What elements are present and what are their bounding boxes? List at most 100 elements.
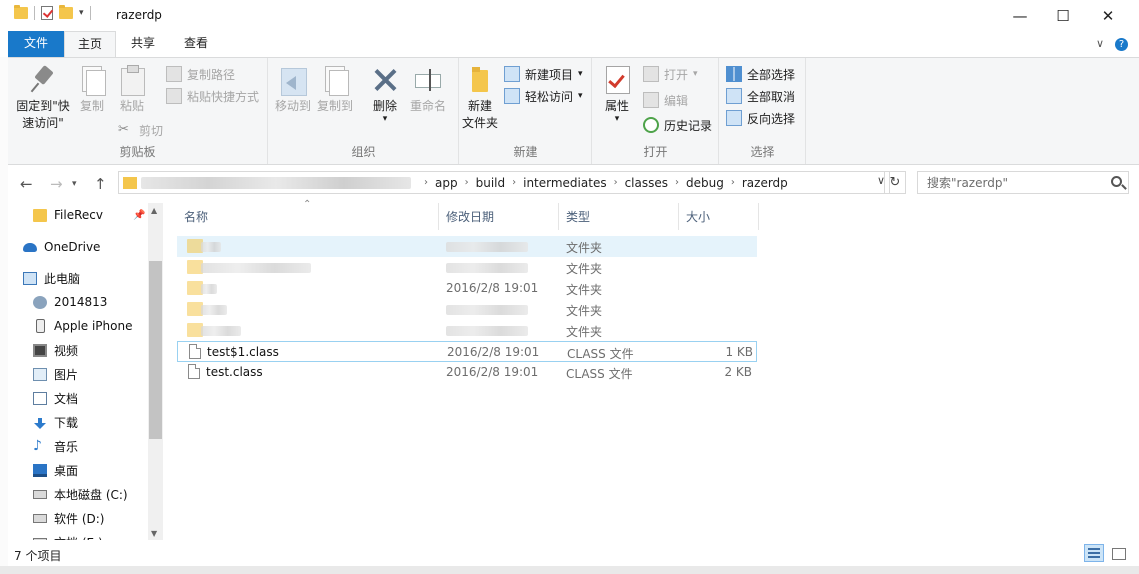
large-icons-view-icon[interactable] — [1108, 544, 1128, 562]
table-row[interactable]: 文件夹 — [177, 299, 757, 320]
properties-button[interactable]: 属性 ▾ — [597, 64, 637, 124]
table-row[interactable]: 文件夹 — [177, 320, 757, 341]
nav-item-4[interactable]: Apple iPhone — [33, 314, 163, 338]
nav-item-label: Apple iPhone — [54, 319, 133, 333]
search-input[interactable]: 搜索"razerdp" — [917, 171, 1129, 194]
breadcrumb-separator-icon[interactable]: › — [424, 177, 428, 188]
phone-icon — [36, 319, 45, 333]
edit-icon — [643, 92, 659, 108]
nav-item-5[interactable]: 视频 — [33, 338, 163, 362]
table-row[interactable]: 文件夹 — [177, 257, 757, 278]
breadcrumb-item-classes[interactable]: classes — [625, 176, 668, 190]
file-type: 文件夹 — [566, 283, 603, 297]
tab-share[interactable]: 共享 — [118, 31, 168, 57]
breadcrumb-separator-icon[interactable]: › — [675, 177, 679, 188]
maximize-button[interactable]: ☐ — [1040, 0, 1086, 31]
help-icon[interactable]: ? — [1115, 38, 1128, 51]
nav-item-2[interactable]: 此电脑 — [23, 266, 163, 290]
new-folder-button[interactable]: 新建 文件夹 — [460, 64, 500, 132]
pin-to-quick-access-button[interactable]: 固定到"快 速访问" — [12, 64, 74, 132]
tab-view[interactable]: 查看 — [170, 31, 222, 57]
breadcrumb-item-app[interactable]: app — [435, 176, 458, 190]
scissors-icon: ✂ — [118, 122, 129, 137]
new-folder-icon[interactable] — [59, 5, 73, 19]
delete-dropdown[interactable]: ▾ — [367, 115, 403, 124]
breadcrumb-separator-icon[interactable]: › — [614, 177, 618, 188]
nav-item-12[interactable]: 软件 (D:) — [33, 506, 163, 530]
nav-item-8[interactable]: 下载 — [33, 410, 163, 434]
select-all-button[interactable]: 全部选择 — [726, 64, 795, 84]
nav-item-11[interactable]: 本地磁盘 (C:) — [33, 482, 163, 506]
breadcrumb-item-debug[interactable]: debug — [686, 176, 724, 190]
status-bar: 7 个项目 — [8, 540, 1139, 566]
navigation-scrollbar[interactable]: ▲ ▼ — [148, 203, 163, 540]
scroll-up-arrow-icon[interactable]: ▲ — [151, 206, 157, 215]
history-button[interactable]: 历史记录 — [643, 115, 712, 135]
nav-item-1[interactable]: OneDrive — [23, 235, 163, 259]
back-arrow-icon[interactable]: ← — [20, 175, 33, 193]
recent-locations-dropdown[interactable]: ▾ — [72, 179, 77, 189]
close-button[interactable]: ✕ — [1085, 0, 1131, 31]
customize-toolbar-dropdown[interactable]: ▾ — [79, 8, 84, 18]
breadcrumb-separator-icon[interactable]: › — [512, 177, 516, 188]
nav-item-0[interactable]: FileRecv — [33, 203, 163, 227]
copy-button[interactable]: 复制 — [74, 64, 110, 115]
address-bar[interactable]: › app › build › intermediates › classes › debug › r… — [118, 171, 890, 194]
breadcrumb-item-razerdp[interactable]: razerdp — [742, 176, 788, 190]
select-none-button[interactable]: 全部取消 — [726, 86, 795, 106]
search-placeholder: 搜索"razerdp" — [927, 176, 1008, 190]
move-to-button[interactable]: 移动到 — [273, 64, 313, 115]
up-arrow-icon[interactable]: ↑ — [94, 175, 107, 193]
breadcrumb-item-build[interactable]: build — [476, 176, 506, 190]
open-button[interactable]: 打开 ▾ — [643, 64, 698, 84]
table-row[interactable]: 文件夹 — [177, 236, 757, 257]
invert-selection-button[interactable]: 反向选择 — [726, 108, 795, 128]
column-header-type[interactable]: 类型 — [559, 203, 679, 230]
easy-access-button[interactable]: 轻松访问 ▾ — [504, 86, 583, 106]
properties-icon[interactable] — [41, 6, 53, 20]
cut-button[interactable]: ✂ 剪切 — [118, 120, 163, 140]
nav-item-3[interactable]: 2014813 — [33, 290, 163, 314]
forward-arrow-icon[interactable]: → — [50, 175, 63, 193]
invert-selection-label: 反向选择 — [747, 111, 796, 126]
quick-access-toolbar: ▾ — [14, 5, 91, 20]
edit-label: 编辑 — [664, 93, 689, 108]
properties-dropdown[interactable]: ▾ — [597, 115, 637, 124]
paste-shortcut-button[interactable]: 粘贴快捷方式 — [166, 86, 259, 106]
scroll-thumb[interactable] — [149, 261, 162, 439]
nav-item-10[interactable]: 桌面 — [33, 458, 163, 482]
column-header-date[interactable]: 修改日期 — [439, 203, 559, 230]
details-view-icon[interactable] — [1084, 544, 1104, 562]
minimize-button[interactable]: — — [997, 0, 1043, 31]
breadcrumb-separator-icon[interactable]: › — [731, 177, 735, 188]
delete-button[interactable]: 删除 ▾ — [367, 64, 403, 124]
table-row[interactable]: 2016/2/8 19:01 文件夹 — [177, 278, 757, 299]
edit-button[interactable]: 编辑 — [643, 90, 688, 110]
column-header-name[interactable]: 名称 — [177, 203, 439, 230]
breadcrumb-separator-icon[interactable]: › — [465, 177, 469, 188]
refresh-icon[interactable]: ↻ — [884, 171, 906, 194]
nav-item-6[interactable]: 图片 — [33, 362, 163, 386]
nav-item-label: 桌面 — [54, 463, 79, 478]
file-date: 2016/2/8 19:01 — [446, 365, 539, 379]
expand-ribbon-chevron-icon[interactable]: ∨ — [1096, 37, 1104, 50]
tab-home[interactable]: 主页 — [64, 31, 116, 58]
column-header-size[interactable]: 大小 — [679, 203, 759, 230]
table-row[interactable]: test$1.class 2016/2/8 19:01 CLASS 文件 1 KB — [177, 341, 757, 362]
nav-item-13[interactable]: 文档 (E:) — [33, 530, 163, 540]
search-icon[interactable] — [1111, 176, 1122, 187]
paste-button[interactable]: 粘贴 — [114, 64, 150, 115]
nav-item-7[interactable]: 文档 — [33, 386, 163, 410]
tab-file[interactable]: 文件 — [8, 31, 64, 57]
breadcrumb-item-intermediates[interactable]: intermediates — [523, 176, 606, 190]
copy-path-button[interactable]: 复制路径 — [166, 64, 235, 84]
new-item-button[interactable]: 新建项目 ▾ — [504, 64, 583, 84]
table-row[interactable]: test.class 2016/2/8 19:01 CLASS 文件 2 KB — [177, 362, 757, 383]
rename-button[interactable]: 重命名 — [407, 64, 449, 115]
file-name: test$1.class — [207, 345, 279, 359]
properties-label: 属性 — [604, 99, 629, 113]
copy-to-button[interactable]: 复制到 — [315, 64, 355, 115]
drive-icon — [33, 489, 47, 499]
nav-item-9[interactable]: ♪ 音乐 — [33, 434, 163, 458]
scroll-down-arrow-icon[interactable]: ▼ — [151, 529, 157, 538]
